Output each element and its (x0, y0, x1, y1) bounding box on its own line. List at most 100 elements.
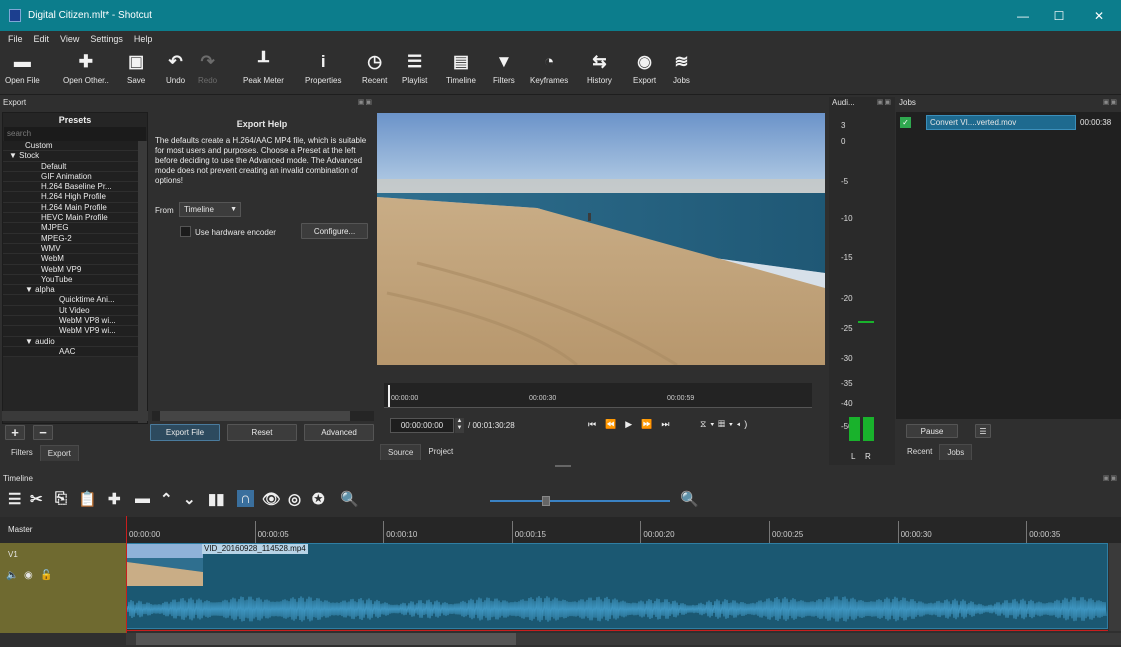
preset-item[interactable]: MJPEG (3, 223, 147, 234)
preset-item[interactable]: H.264 High Profile (3, 192, 147, 203)
preset-item[interactable]: HEVC Main Profile (3, 213, 147, 224)
preset-item[interactable]: ▼ Stock (3, 151, 147, 162)
jobs-dock-buttons[interactable]: ▣▣ (1103, 98, 1118, 106)
copy-icon[interactable]: ⎘ (55, 490, 67, 507)
preset-item[interactable]: H.264 Main Profile (3, 202, 147, 214)
preset-item[interactable]: GIF Animation (3, 171, 147, 183)
eye-icon[interactable]: ◉ (24, 570, 33, 581)
toolbar-jobs-button[interactable]: ≋ Jobs (673, 50, 690, 85)
preset-item[interactable]: Quicktime Ani... (3, 295, 147, 306)
toolbar-open-file-button[interactable]: ▬ Open File (5, 50, 40, 85)
add-preset-button[interactable]: + (5, 425, 25, 440)
menu-help[interactable]: Help (134, 34, 153, 44)
splitter-handle[interactable] (555, 465, 571, 467)
lock-icon[interactable]: 🔓 (40, 570, 52, 581)
preset-item[interactable]: WebM VP8 wi... (3, 316, 147, 327)
transport-controls[interactable]: ⏮⏪▶⏩⏭ (588, 419, 679, 430)
job-item-name[interactable]: Convert VI....verted.mov (926, 115, 1076, 130)
tab-export[interactable]: Export (39, 445, 79, 461)
menu-edit[interactable]: Edit (34, 34, 50, 44)
track-header-v1[interactable]: V1 🔈 ◉ 🔓 (0, 543, 126, 633)
tab-project[interactable]: Project (421, 444, 460, 460)
preset-item[interactable]: WebM VP9 wi... (3, 326, 147, 337)
menu-icon[interactable]: ☰ (8, 490, 21, 508)
presets-hscrollbar[interactable] (2, 411, 148, 421)
pause-button[interactable]: Pause (906, 424, 958, 438)
maximize-button[interactable]: ☐ (1041, 0, 1077, 31)
split-icon[interactable]: ▮▮ (208, 490, 225, 508)
player-playhead[interactable] (388, 385, 390, 407)
cut-icon[interactable]: ✂ (30, 490, 43, 508)
toolbar-history-button[interactable]: ⇆ History (587, 50, 612, 85)
snap-icon[interactable]: ∩ (237, 490, 254, 507)
position-input[interactable]: 00:00:00:00 (390, 418, 454, 433)
audio-dock-buttons[interactable]: ▣▣ (877, 98, 892, 106)
configure-button[interactable]: Configure... (301, 223, 368, 239)
preset-item[interactable]: YouTube (3, 274, 147, 286)
ripple-all-icon[interactable]: ✪ (312, 490, 325, 508)
jobs-menu-button[interactable]: ☰ (975, 424, 991, 438)
preset-item[interactable]: MPEG-2 (3, 233, 147, 244)
preset-item[interactable]: WebM (3, 254, 147, 265)
timeline-vscrollbar[interactable] (1109, 543, 1121, 631)
preset-item[interactable]: WebM VP9 (3, 264, 147, 275)
preset-item[interactable]: AAC (3, 346, 147, 358)
lift-icon[interactable]: ⌃ (160, 490, 173, 508)
scrub-icon[interactable]: 👁 (262, 490, 281, 508)
from-select[interactable]: Timeline ▼ (179, 202, 241, 217)
preset-item[interactable]: ▼ audio (3, 336, 147, 347)
preset-item[interactable]: H.264 Baseline Pr... (3, 182, 147, 193)
preset-item[interactable]: Ut Video (3, 305, 147, 317)
preset-item[interactable]: WMV (3, 243, 147, 255)
timeline-ruler[interactable]: 00:00:00 00:00:05 00:00:10 00:00:15 00:00:20… (126, 517, 1121, 543)
toolbar-properties-button[interactable]: i Properties (305, 50, 341, 85)
close-button[interactable]: ✕ (1081, 0, 1117, 31)
ripple-icon[interactable]: ◎ (288, 490, 301, 508)
zoom-slider-handle[interactable] (542, 496, 550, 506)
position-spinner[interactable]: ▲ ▼ (455, 418, 464, 433)
toolbar-peak-meter-button[interactable]: ┸ Peak Meter (243, 50, 284, 85)
toolbar-undo-button[interactable]: ↶ Undo (166, 50, 185, 85)
player-ruler[interactable]: 00:00:00 00:00:30 00:00:59 (384, 383, 812, 408)
menu-view[interactable]: View (60, 34, 79, 44)
zoom-out-icon[interactable]: 🔍 (340, 490, 359, 508)
remove-icon[interactable]: ▬ (135, 490, 150, 507)
toolbar-export-button[interactable]: ◉ Export (633, 50, 656, 85)
toolbar-save-button[interactable]: ▣ Save (127, 50, 145, 85)
timeline-hscrollbar[interactable] (126, 633, 1121, 645)
help-hscrollbar[interactable] (152, 411, 374, 421)
zoom-in-icon[interactable]: 🔍 (680, 490, 699, 508)
paste-icon[interactable]: 📋 (78, 490, 97, 508)
video-clip[interactable]: VID_20160928_114528.mp4 (126, 543, 1108, 629)
preset-item[interactable]: ▼ alpha (3, 285, 147, 296)
zoom-slider-track[interactable] (490, 500, 670, 502)
timeline-playhead[interactable] (126, 516, 127, 633)
player-view-controls[interactable]: ⧖▾▦▾◂) (700, 419, 751, 430)
overwrite-icon[interactable]: ⌄ (183, 490, 196, 508)
tab-recent[interactable]: Recent (900, 444, 939, 460)
export-file-button[interactable]: Export File (150, 424, 220, 441)
reset-button[interactable]: Reset (227, 424, 297, 441)
tab-filters[interactable]: Filters (4, 445, 40, 461)
hw-encoder-checkbox[interactable] (180, 226, 191, 237)
append-icon[interactable]: ✚ (108, 490, 121, 508)
toolbar-timeline-button[interactable]: ▤ Timeline (446, 50, 476, 85)
toolbar-recent-button[interactable]: ◷ Recent (362, 50, 387, 85)
dock-buttons[interactable]: ▣▣ (358, 98, 373, 106)
toolbar-redo-button[interactable]: ↷ Redo (198, 50, 217, 85)
toolbar-playlist-button[interactable]: ☰ Playlist (402, 50, 427, 85)
toolbar-open-other-button[interactable]: ✚ Open Other.. (63, 50, 109, 85)
timeline-dock-buttons[interactable]: ▣▣ (1103, 474, 1118, 482)
tab-jobs[interactable]: Jobs (939, 444, 973, 460)
preset-item[interactable]: Default (3, 161, 147, 172)
menu-settings[interactable]: Settings (90, 34, 123, 44)
remove-preset-button[interactable]: − (33, 425, 53, 440)
minimize-button[interactable]: — (1005, 0, 1041, 31)
presets-search-input[interactable]: search (4, 127, 146, 141)
presets-scrollbar[interactable] (138, 141, 147, 423)
menu-file[interactable]: File (8, 34, 23, 44)
toolbar-filters-button[interactable]: ▼ Filters (493, 50, 515, 85)
tab-source[interactable]: Source (380, 444, 422, 460)
preset-item[interactable]: Custom (3, 141, 147, 152)
toolbar-keyframes-button[interactable]: ◔ Keyframes (530, 50, 568, 85)
